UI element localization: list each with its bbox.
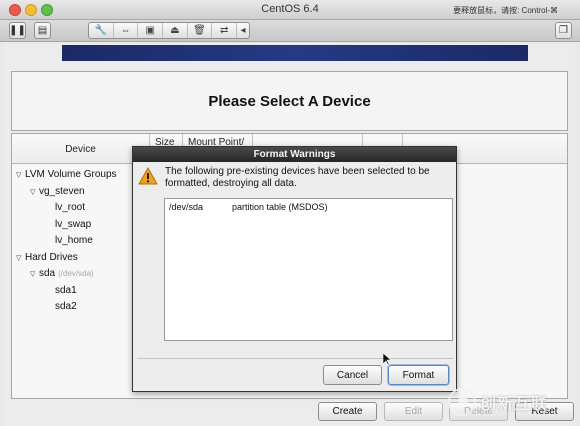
vm-settings-button[interactable]: ▤ bbox=[34, 22, 51, 39]
tree-row-lv-home[interactable]: lv_home bbox=[12, 233, 117, 250]
watermark-logo-icon bbox=[448, 388, 476, 416]
device-name: /dev/sda bbox=[169, 202, 204, 212]
disk-icon[interactable]: ▣ bbox=[138, 23, 164, 38]
wrench-icon[interactable]: 🔧 bbox=[89, 23, 114, 38]
chevron-left-icon[interactable]: ◂ bbox=[237, 23, 249, 38]
tree-row-sda1[interactable]: sda1 bbox=[12, 283, 117, 300]
tree-row-vg-steven[interactable]: ▽ vg_steven bbox=[12, 184, 117, 201]
watermark-text: 创新互联 bbox=[480, 396, 549, 413]
dialog-title: Format Warnings bbox=[133, 147, 456, 162]
format-warnings-dialog: Format Warnings The following pre-existi… bbox=[132, 146, 457, 392]
dialog-message: The following pre-existing devices have … bbox=[165, 166, 430, 189]
column-device[interactable]: Device bbox=[12, 134, 150, 164]
settings-icon: ▤ bbox=[37, 25, 48, 36]
list-item[interactable]: /dev/sda partition table (MSDOS) bbox=[169, 202, 328, 212]
expander-icon[interactable]: ▽ bbox=[16, 168, 25, 185]
device-description: partition table (MSDOS) bbox=[232, 202, 328, 212]
tree-row-sda[interactable]: ▽ sda (/dev/sda) bbox=[12, 266, 117, 283]
tree-row-lv-root[interactable]: lv_root bbox=[12, 200, 117, 217]
vm-titlebar: CentOS 6.4 要释放鼠标，请按: Control-⌘ bbox=[0, 0, 580, 20]
create-button[interactable]: Create bbox=[318, 402, 377, 421]
tree-row-lv-swap[interactable]: lv_swap bbox=[12, 217, 117, 234]
mouse-pointer-icon bbox=[383, 353, 391, 366]
device-toolbar-group: 🔧 ⇔ ▣ ⏏ 🗑 ⇄ ◂ bbox=[88, 22, 250, 39]
lock-icon[interactable]: ⏏ bbox=[163, 23, 188, 38]
devices-list[interactable]: /dev/sda partition table (MSDOS) bbox=[164, 198, 453, 341]
window-mode-button[interactable]: ❐ bbox=[555, 22, 572, 39]
warning-icon bbox=[138, 167, 158, 185]
vm-toolbar: ❚❚ ▤ 🔧 ⇔ ▣ ⏏ 🗑 ⇄ ◂ ❐ bbox=[0, 20, 580, 42]
device-path: (/dev/sda) bbox=[58, 269, 94, 278]
divider bbox=[137, 358, 453, 359]
expander-icon[interactable]: ▽ bbox=[16, 251, 25, 268]
pause-icon: ❚❚ bbox=[9, 25, 26, 36]
header-banner bbox=[62, 45, 528, 61]
device-tree: ▽ LVM Volume Groups ▽ vg_steven lv_root lv… bbox=[12, 167, 117, 316]
page-title: Please Select A Device bbox=[208, 92, 371, 110]
title-box: Please Select A Device bbox=[11, 71, 568, 131]
edit-button[interactable]: Edit bbox=[384, 402, 443, 421]
pause-button[interactable]: ❚❚ bbox=[9, 22, 26, 39]
window-icon: ❐ bbox=[559, 25, 568, 36]
arrows-icon[interactable]: ⇔ bbox=[114, 23, 139, 38]
trash-icon[interactable]: 🗑 bbox=[188, 23, 213, 38]
network-icon[interactable]: ⇄ bbox=[212, 23, 238, 38]
mouse-release-hint: 要释放鼠标，请按: Control-⌘ bbox=[453, 6, 558, 15]
expander-icon[interactable]: ▽ bbox=[30, 267, 39, 284]
tree-row-sda2[interactable]: sda2 bbox=[12, 299, 117, 316]
cancel-button[interactable]: Cancel bbox=[323, 365, 382, 385]
tree-row-hard-drives[interactable]: ▽ Hard Drives bbox=[12, 250, 117, 267]
expander-icon[interactable]: ▽ bbox=[30, 185, 39, 202]
watermark: 创新互联 bbox=[448, 386, 574, 418]
format-button[interactable]: Format bbox=[388, 365, 449, 385]
tree-row-lvm-volume-groups[interactable]: ▽ LVM Volume Groups bbox=[12, 167, 117, 184]
